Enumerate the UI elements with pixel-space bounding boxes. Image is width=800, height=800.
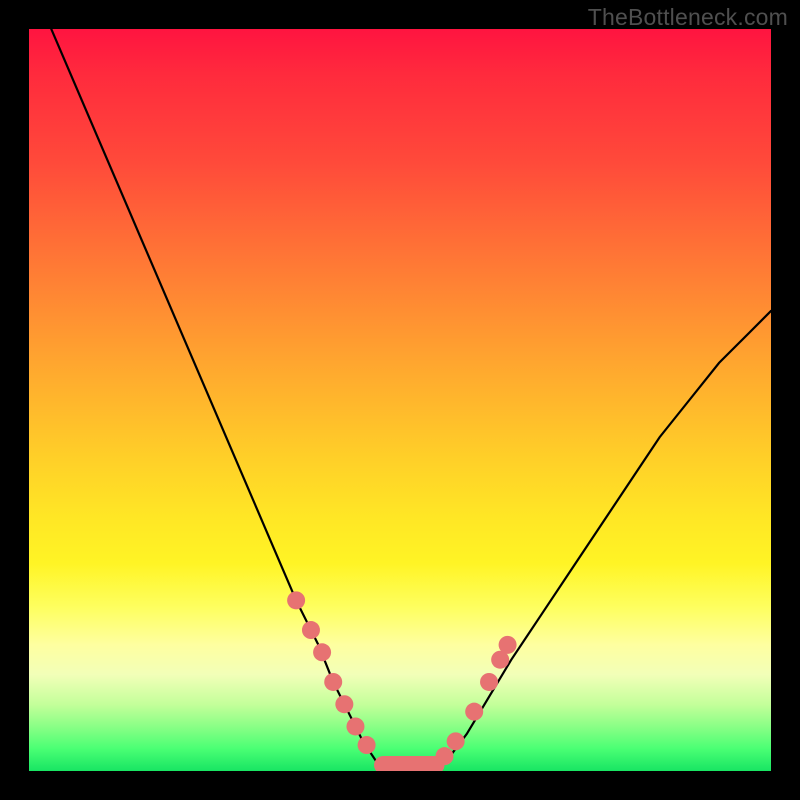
marker-dot [313,643,331,661]
chart-overlay [29,29,771,771]
marker-dot [436,747,454,765]
marker-dot [480,673,498,691]
marker-dot [465,703,483,721]
marker-dot [287,591,305,609]
watermark-text: TheBottleneck.com [588,4,788,31]
plot-area [29,29,771,771]
marker-dot [335,695,353,713]
marker-dot [358,736,376,754]
chart-frame: TheBottleneck.com [0,0,800,800]
marker-dot [499,636,517,654]
marker-dot [346,717,364,735]
marker-dot [447,732,465,750]
marker-dot [324,673,342,691]
highlighted-markers [287,591,516,771]
valley-floor-marker [374,756,444,771]
marker-dot [302,621,320,639]
curve-right-branch [445,311,771,764]
